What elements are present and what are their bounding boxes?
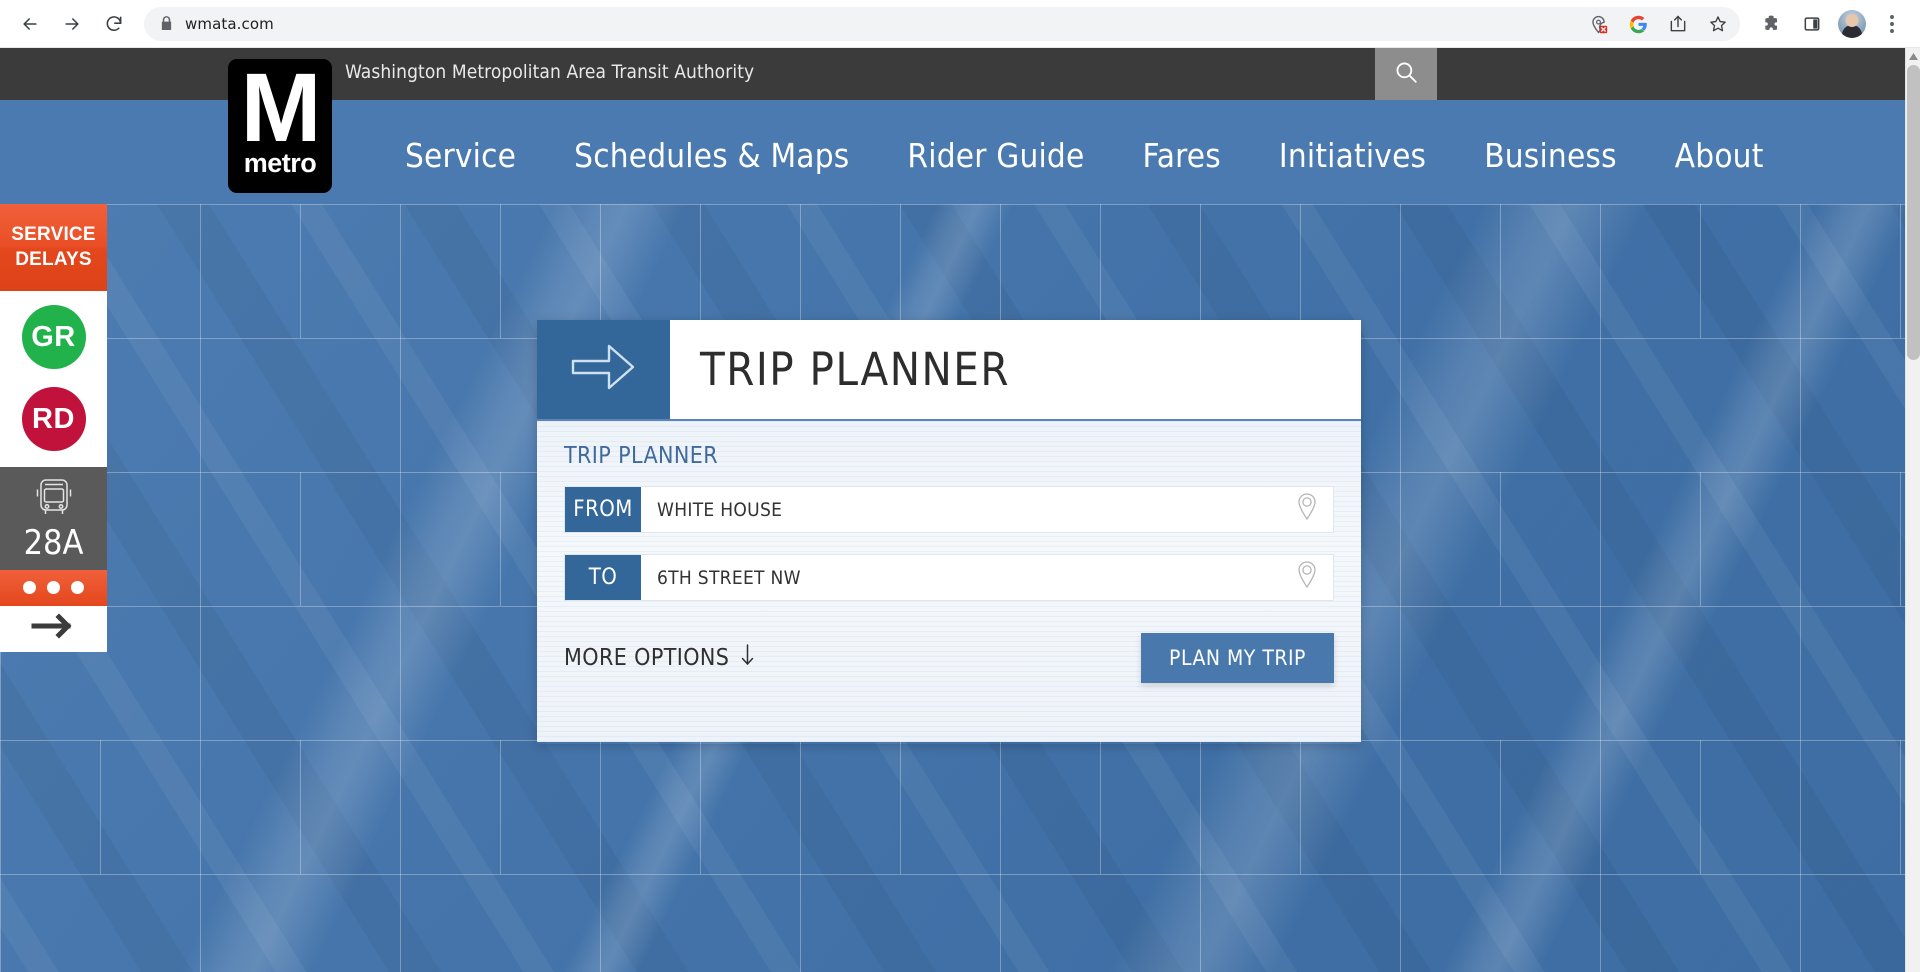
nav-item-about[interactable]: About: [1675, 136, 1764, 175]
affected-bus-route[interactable]: 28A: [0, 467, 107, 570]
nav-item-schedules-maps[interactable]: Schedules & Maps: [574, 136, 849, 175]
nav-item-business[interactable]: Business: [1484, 136, 1617, 175]
back-button[interactable]: [10, 4, 50, 44]
extensions-puzzle-icon[interactable]: [1755, 7, 1789, 41]
browser-toolbar-right: [1576, 0, 1920, 48]
trip-planner-footer: MORE OPTIONS PLAN MY TRIP: [564, 633, 1334, 683]
metro-logo-word: metro: [243, 148, 317, 179]
scrollbar-thumb[interactable]: [1907, 65, 1920, 360]
search-icon: [1393, 59, 1419, 90]
trip-to-row: TO 6TH STREET NW: [564, 554, 1334, 601]
service-delays-banner[interactable]: SERVICE DELAYS: [0, 204, 107, 291]
alert-pager-dots[interactable]: [0, 569, 107, 606]
hero-banner: SERVICE DELAYS GR RD 28A TRIP PLANNER TR…: [0, 204, 1905, 972]
map-pin-icon: [1295, 560, 1319, 595]
page-viewport: Washington Metropolitan Area Transit Aut…: [0, 48, 1920, 972]
trip-planner-body: TRIP PLANNER FROM WHITE HOUSE TO 6TH STR…: [537, 421, 1361, 742]
address-bar-url: wmata.com: [185, 14, 274, 33]
address-bar[interactable]: wmata.com: [144, 6, 1604, 41]
rail-line-badge-gr[interactable]: GR: [21, 305, 86, 369]
avatar-image: [1838, 10, 1866, 38]
share-icon[interactable]: [1661, 7, 1695, 41]
service-alerts-sidebar: SERVICE DELAYS GR RD 28A: [0, 204, 107, 652]
chrome-menu-icon[interactable]: [1875, 7, 1909, 41]
trip-planner-header-icon-box: [537, 320, 670, 419]
nav-item-initiatives[interactable]: Initiatives: [1279, 136, 1426, 175]
scroll-up-button[interactable]: [1906, 48, 1920, 64]
nav-item-service[interactable]: Service: [405, 136, 516, 175]
trip-planner-title: TRIP PLANNER: [700, 343, 1010, 396]
profile-avatar[interactable]: [1835, 7, 1869, 41]
bus-route-number: 28A: [23, 523, 84, 563]
alerts-next-button[interactable]: [0, 605, 107, 652]
bus-icon: [34, 477, 74, 524]
affected-rail-lines: GR RD: [0, 291, 107, 467]
menu-dots: [1890, 15, 1894, 33]
organization-title: Washington Metropolitan Area Transit Aut…: [345, 61, 755, 83]
trip-planner-card: TRIP PLANNER TRIP PLANNER FROM WHITE HOU…: [537, 320, 1361, 744]
trip-planner-section-label: TRIP PLANNER: [564, 443, 719, 469]
trip-from-row: FROM WHITE HOUSE: [564, 486, 1334, 533]
forward-button[interactable]: [52, 4, 92, 44]
reload-icon: [104, 14, 124, 34]
omnibox-action-pill: [1576, 7, 1740, 41]
google-icon[interactable]: [1621, 7, 1655, 41]
more-options-toggle[interactable]: MORE OPTIONS: [564, 643, 754, 673]
lock-icon: [160, 16, 173, 31]
trip-planner-header: TRIP PLANNER: [537, 320, 1361, 421]
trip-from-label: FROM: [565, 487, 641, 532]
back-arrow-icon: [20, 14, 40, 34]
trip-to-locate-button[interactable]: [1281, 555, 1333, 600]
nav-item-fares[interactable]: Fares: [1142, 136, 1220, 175]
main-nav: Service Schedules & Maps Rider Guide Far…: [405, 136, 1764, 175]
metro-logo[interactable]: M metro: [228, 59, 332, 193]
trip-to-input[interactable]: 6TH STREET NW: [641, 555, 1281, 600]
location-blocked-icon[interactable]: [1581, 7, 1615, 41]
arrow-right-icon: [31, 613, 77, 644]
browser-toolbar: wmata.com: [0, 0, 1920, 48]
arrow-down-icon: [741, 643, 754, 673]
service-delays-line1: SERVICE: [11, 224, 96, 246]
browser-nav-buttons: [0, 4, 134, 44]
side-panel-icon[interactable]: [1795, 7, 1829, 41]
trip-from-input[interactable]: WHITE HOUSE: [641, 487, 1281, 532]
plan-my-trip-button[interactable]: PLAN MY TRIP: [1141, 633, 1334, 683]
pager-dot[interactable]: [23, 581, 36, 595]
bookmark-star-icon[interactable]: [1701, 7, 1735, 41]
page-scrollbar[interactable]: [1905, 48, 1920, 972]
reload-button[interactable]: [94, 4, 134, 44]
trip-from-locate-button[interactable]: [1281, 487, 1333, 532]
pager-dot[interactable]: [71, 581, 84, 595]
map-pin-icon: [1295, 492, 1319, 527]
pager-dot[interactable]: [47, 581, 60, 595]
forward-arrow-icon: [62, 14, 82, 34]
trip-to-label: TO: [565, 555, 641, 600]
site-search-button[interactable]: [1375, 48, 1437, 100]
rail-line-badge-rd[interactable]: RD: [21, 387, 86, 451]
metro-logo-letter: M: [240, 53, 322, 162]
nav-item-rider-guide[interactable]: Rider Guide: [907, 136, 1084, 175]
more-options-label: MORE OPTIONS: [564, 645, 730, 671]
arrow-right-outline-icon: [567, 339, 641, 400]
service-delays-line2: DELAYS: [15, 248, 92, 270]
